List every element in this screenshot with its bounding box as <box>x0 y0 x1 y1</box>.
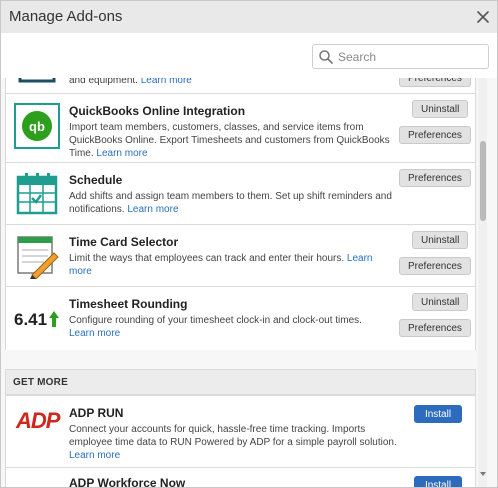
addon-description: Limit the ways that employees can track … <box>69 252 397 278</box>
addon-name: ADP RUN <box>69 406 124 420</box>
close-icon <box>477 11 489 23</box>
learn-more-link[interactable]: Learn more <box>127 204 178 215</box>
addon-name: Timesheet Rounding <box>69 297 188 311</box>
learn-more-link[interactable]: Learn more <box>96 148 147 159</box>
preferences-button[interactable]: Preferences <box>399 169 471 187</box>
addon-icon <box>18 78 56 83</box>
addon-name: ADP Workforce Now <box>69 476 186 487</box>
addons-scroll-area[interactable]: and equipment. Learn more Preferences qb… <box>1 78 497 487</box>
addon-description: Configure rounding of your timesheet clo… <box>69 314 397 340</box>
close-button[interactable] <box>473 7 493 27</box>
addon-description: and equipment. Learn more <box>69 78 397 87</box>
addon-card-timesheet-rounding: 6.41 Timesheet Rounding Configure roundi… <box>6 286 475 350</box>
notepad-pencil-icon <box>17 236 59 279</box>
vertical-scrollbar[interactable] <box>478 78 487 487</box>
addon-desc-tail: and equipment. <box>69 78 138 86</box>
addon-name: Schedule <box>69 173 123 187</box>
preferences-button[interactable]: Preferences <box>399 257 471 275</box>
scroll-down-arrow-icon[interactable] <box>479 470 487 478</box>
addon-desc-text: Add shifts and assign team members to th… <box>69 191 392 215</box>
installed-addons-list: and equipment. Learn more Preferences qb… <box>5 78 476 350</box>
rounding-icon: 6.41 <box>14 297 60 343</box>
addon-name: Time Card Selector <box>69 235 179 249</box>
addon-name: QuickBooks Online Integration <box>69 104 246 118</box>
addon-desc-text: Configure rounding of your timesheet clo… <box>69 315 362 326</box>
addon-desc-text: Limit the ways that employees can track … <box>69 253 345 264</box>
dialog-title: Manage Add-ons <box>9 8 123 25</box>
up-arrow-icon <box>49 311 59 327</box>
search-input[interactable] <box>338 48 483 66</box>
install-button[interactable]: Install <box>414 476 462 487</box>
get-more-header: GET MORE <box>5 369 476 395</box>
quickbooks-logo-icon: qb <box>14 103 60 149</box>
calendar-icon <box>16 173 58 215</box>
preferences-button[interactable]: Preferences <box>399 78 471 87</box>
scrollbar-thumb[interactable] <box>480 141 486 221</box>
addon-card-schedule: Schedule Add shifts and assign team memb… <box>6 162 475 224</box>
learn-more-link[interactable]: Learn more <box>69 450 120 461</box>
title-bar: Manage Add-ons <box>1 1 497 33</box>
addon-card-time-card-selector: Time Card Selector Limit the ways that e… <box>6 224 475 286</box>
addon-desc-text: Connect your accounts for quick, hassle-… <box>69 424 397 448</box>
get-more-heading: GET MORE <box>13 377 68 388</box>
uninstall-button[interactable]: Uninstall <box>412 293 469 311</box>
preferences-button[interactable]: Preferences <box>399 126 471 144</box>
manage-addons-dialog: Manage Add-ons and equipment. Learn more <box>0 0 498 488</box>
rounding-icon-text: 6.41 <box>14 310 48 329</box>
adp-logo-icon: ADP <box>14 402 60 448</box>
addon-card-partial: and equipment. Learn more Preferences <box>6 78 475 93</box>
svg-text:qb: qb <box>29 119 45 134</box>
uninstall-button[interactable]: Uninstall <box>412 100 469 118</box>
search-field[interactable] <box>312 44 489 69</box>
available-addons-list: ADP ADP RUN Connect your accounts for qu… <box>5 395 476 487</box>
learn-more-link[interactable]: Learn more <box>141 78 192 86</box>
install-button[interactable]: Install <box>414 405 462 423</box>
addon-description: Import team members, customers, classes,… <box>69 121 397 160</box>
preferences-button[interactable]: Preferences <box>399 319 471 337</box>
uninstall-button[interactable]: Uninstall <box>412 231 469 249</box>
addon-card-adp-run: ADP ADP RUN Connect your accounts for qu… <box>6 396 475 467</box>
addon-card-adp-workforce-now: ADP Workforce Now Install <box>6 467 475 487</box>
addon-card-quickbooks: qb QuickBooks Online Integration Import … <box>6 93 475 162</box>
addon-description: Add shifts and assign team members to th… <box>69 190 397 216</box>
addon-description: Connect your accounts for quick, hassle-… <box>69 423 397 462</box>
search-icon <box>319 50 333 64</box>
learn-more-link[interactable]: Learn more <box>69 328 120 339</box>
adp-logo-text: ADP <box>16 408 60 433</box>
